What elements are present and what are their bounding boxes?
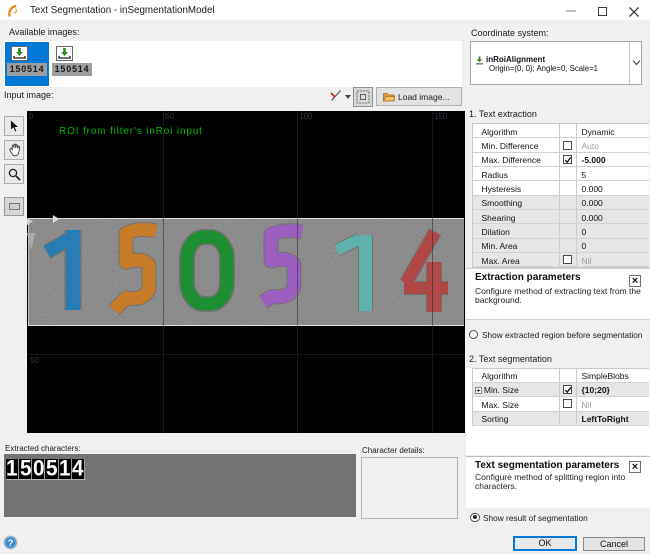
svg-text:?: ?: [8, 538, 14, 549]
